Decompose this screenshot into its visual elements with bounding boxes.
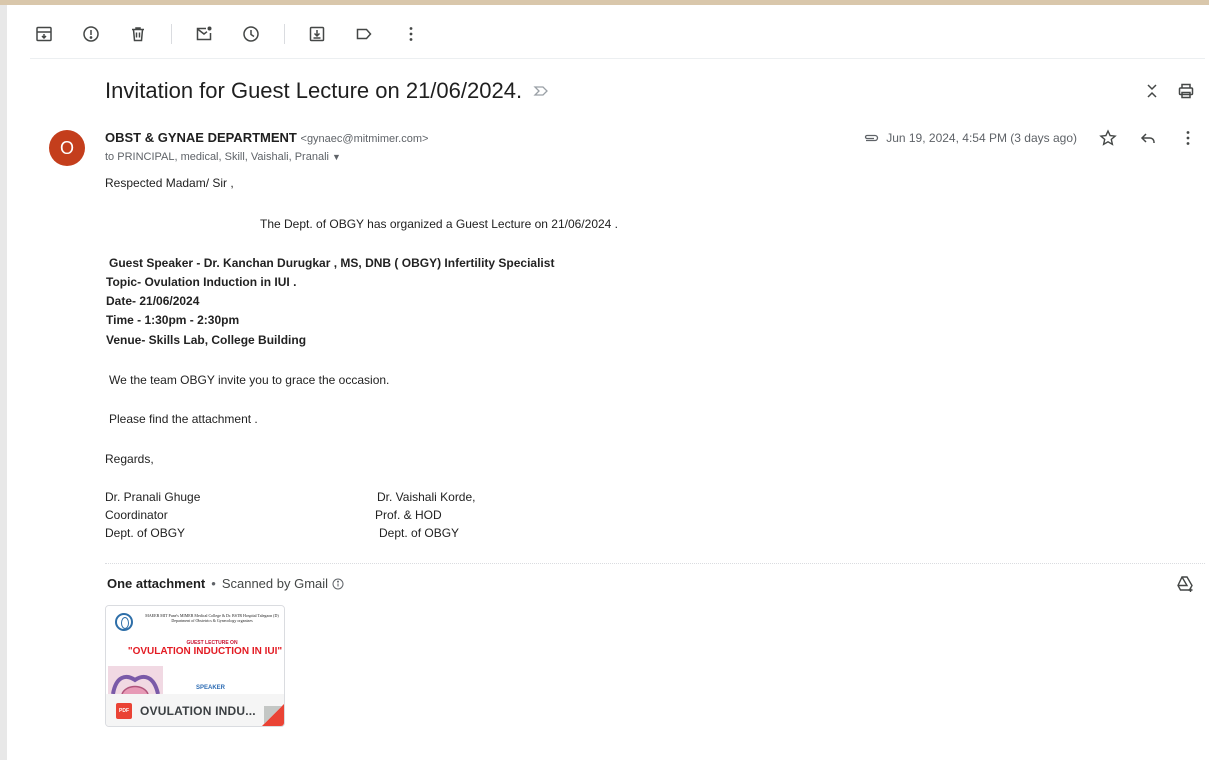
recipients-text: to PRINCIPAL, medical, Skill, Vaishali, … xyxy=(105,151,329,163)
print-icon[interactable] xyxy=(1177,82,1195,100)
label-button[interactable] xyxy=(350,20,378,48)
move-to-button[interactable] xyxy=(303,20,331,48)
speaker-line: Guest Speaker - Dr. Kanchan Durugkar , M… xyxy=(109,256,555,270)
trash-icon xyxy=(132,27,144,42)
attachment-note: Please find the attachment . xyxy=(109,412,258,426)
sender-email: <gynaec@mitmimer.com> xyxy=(300,133,429,145)
date-line: Date- 21/06/2024 xyxy=(106,294,200,308)
report-spam-button[interactable] xyxy=(77,20,105,48)
message-toolbar xyxy=(30,20,444,48)
greeting: Respected Madam/ Sir , xyxy=(105,176,234,190)
signature-right-dept: Dept. of OBGY xyxy=(379,526,460,540)
delete-button[interactable] xyxy=(124,20,152,48)
attachments-header: One attachment • Scanned by Gmail xyxy=(107,576,344,591)
move-to-icon xyxy=(309,26,325,42)
sender-info: OBST & GYNAE DEPARTMENT <gynaec@mitmimer… xyxy=(105,130,428,145)
subject-text: Invitation for Guest Lecture on 21/06/20… xyxy=(105,78,523,103)
label-icon xyxy=(356,28,372,40)
attachment-clip-icon xyxy=(865,134,879,142)
window-top-border xyxy=(0,0,1209,5)
thumb-speaker: SPEAKER xyxy=(196,685,226,691)
message-datetime: Jun 19, 2024, 4:54 PM (3 days ago) xyxy=(886,131,1077,145)
recipients-line[interactable]: to PRINCIPAL, medical, Skill, Vaishali, … xyxy=(105,151,341,163)
venue-line: Venue- Skills Lab, College Building xyxy=(106,333,307,347)
time-line: Time - 1:30pm - 2:30pm xyxy=(106,313,240,327)
signature-left-name: Dr. Pranali Ghuge xyxy=(105,490,201,504)
separator-dot: • xyxy=(211,576,216,591)
star-icon[interactable] xyxy=(1099,129,1117,147)
signature-left-role: Coordinator xyxy=(105,508,168,522)
pdf-file-icon: PDF xyxy=(116,703,132,719)
signature-right-role: Prof. & HOD xyxy=(375,508,442,522)
importance-marker-icon[interactable] xyxy=(532,82,550,100)
sender-avatar[interactable]: O xyxy=(49,130,85,166)
attachment-footer: PDF OVULATION INDU... xyxy=(106,694,284,726)
left-edge-border xyxy=(0,5,7,760)
signature-left-dept: Dept. of OBGY xyxy=(105,526,186,540)
thumb-title: "OVULATION INDUCTION IN IUI" xyxy=(127,646,283,657)
invite-line: We the team OBGY invite you to grace the… xyxy=(109,373,390,387)
signature-right-name: Dr. Vaishali Korde, xyxy=(377,490,476,504)
collapse-all-icon[interactable] xyxy=(1143,82,1161,100)
add-to-drive-icon[interactable] xyxy=(1175,574,1195,594)
thumb-header-text: MAEER MIT Pune's MIMER Medical College &… xyxy=(145,613,279,623)
message-meta: Jun 19, 2024, 4:54 PM (3 days ago) xyxy=(862,129,1197,147)
regards-line: Regards, xyxy=(105,452,154,466)
mark-unread-button[interactable] xyxy=(190,20,218,48)
attachment-thumbnail: MAEER MIT Pune's MIMER Medical College &… xyxy=(106,606,284,694)
info-icon[interactable] xyxy=(332,578,344,590)
reply-icon[interactable] xyxy=(1139,129,1157,147)
attachment-file-name: OVULATION INDU... xyxy=(140,704,256,718)
show-details-caret-icon[interactable]: ▼ xyxy=(332,152,341,162)
uterus-illustration-icon xyxy=(108,666,163,694)
mark-unread-icon xyxy=(196,26,212,41)
intro-line: The Dept. of OBGY has organized a Guest … xyxy=(260,217,619,231)
report-spam-icon xyxy=(83,26,99,42)
toolbar-divider xyxy=(30,58,1205,59)
attachment-card[interactable]: MAEER MIT Pune's MIMER Medical College &… xyxy=(105,605,285,727)
attachments-count: One attachment xyxy=(107,576,206,591)
attachments-divider xyxy=(105,563,1205,564)
archive-button[interactable] xyxy=(30,20,58,48)
page-corner-fold-shadow xyxy=(264,706,282,724)
more-vert-icon xyxy=(409,27,413,41)
more-options-button[interactable] xyxy=(397,20,425,48)
more-vert-icon[interactable] xyxy=(1179,129,1197,147)
email-subject: Invitation for Guest Lecture on 21/06/20… xyxy=(105,78,550,104)
college-logo-icon xyxy=(115,613,133,631)
snooze-button[interactable] xyxy=(237,20,265,48)
archive-icon xyxy=(36,26,52,42)
clock-icon xyxy=(243,26,259,42)
subject-actions xyxy=(1143,82,1195,100)
toolbar-separator xyxy=(171,24,172,44)
topic-line: Topic- Ovulation Induction in IUI . xyxy=(106,275,297,289)
scanned-by-gmail: Scanned by Gmail xyxy=(221,576,329,591)
sender-name[interactable]: OBST & GYNAE DEPARTMENT xyxy=(105,130,297,145)
toolbar-separator xyxy=(284,24,285,44)
